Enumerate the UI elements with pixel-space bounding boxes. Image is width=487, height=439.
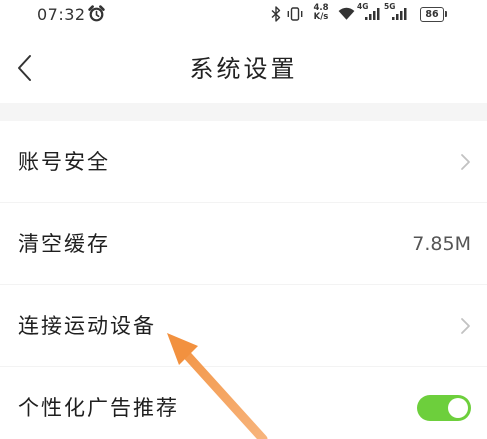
battery-nub	[445, 11, 447, 17]
settings-item-trailing	[417, 395, 471, 421]
chevron-right-icon	[461, 317, 470, 334]
signal-bars-icon	[392, 8, 407, 20]
vibrate-icon	[287, 7, 303, 21]
bluetooth-icon	[271, 6, 281, 22]
wifi-icon	[338, 7, 355, 20]
signal-bars-icon	[365, 8, 380, 20]
status-bar: 07:32 4.8 K/s 4G 5G 86	[0, 0, 487, 32]
settings-item-trailing	[460, 153, 471, 171]
settings-item-trailing: 7.85M	[412, 231, 471, 257]
settings-item-label: 清空缓存	[18, 231, 110, 256]
settings-item-label: 个性化广告推荐	[18, 396, 179, 420]
section-gap	[0, 103, 487, 121]
network-speed: 4.8 K/s	[311, 4, 331, 22]
settings-item-personalized-ads: 个性化广告推荐	[0, 367, 487, 439]
settings-item-clear-cache[interactable]: 清空缓存 7.85M	[0, 203, 487, 285]
status-time: 07:32	[37, 5, 86, 24]
chevron-right-icon	[461, 153, 470, 170]
cache-size-value: 7.85M	[412, 232, 471, 255]
network-speed-unit: K/s	[313, 12, 329, 22]
toggle-knob	[448, 398, 468, 418]
settings-item-account-security[interactable]: 账号安全	[0, 121, 487, 203]
settings-list: 账号安全 清空缓存 7.85M 连接运动设备 个性化广告推荐	[0, 121, 487, 439]
settings-item-label: 连接运动设备	[18, 313, 156, 338]
settings-item-connect-sports-device[interactable]: 连接运动设备	[0, 285, 487, 367]
alarm-icon	[88, 5, 105, 22]
battery-icon: 86	[420, 7, 444, 22]
header: 系统设置	[0, 32, 487, 103]
personalized-ads-toggle[interactable]	[417, 395, 471, 421]
page-title: 系统设置	[189, 55, 298, 83]
settings-item-trailing	[460, 317, 471, 335]
settings-item-label: 账号安全	[18, 149, 110, 174]
